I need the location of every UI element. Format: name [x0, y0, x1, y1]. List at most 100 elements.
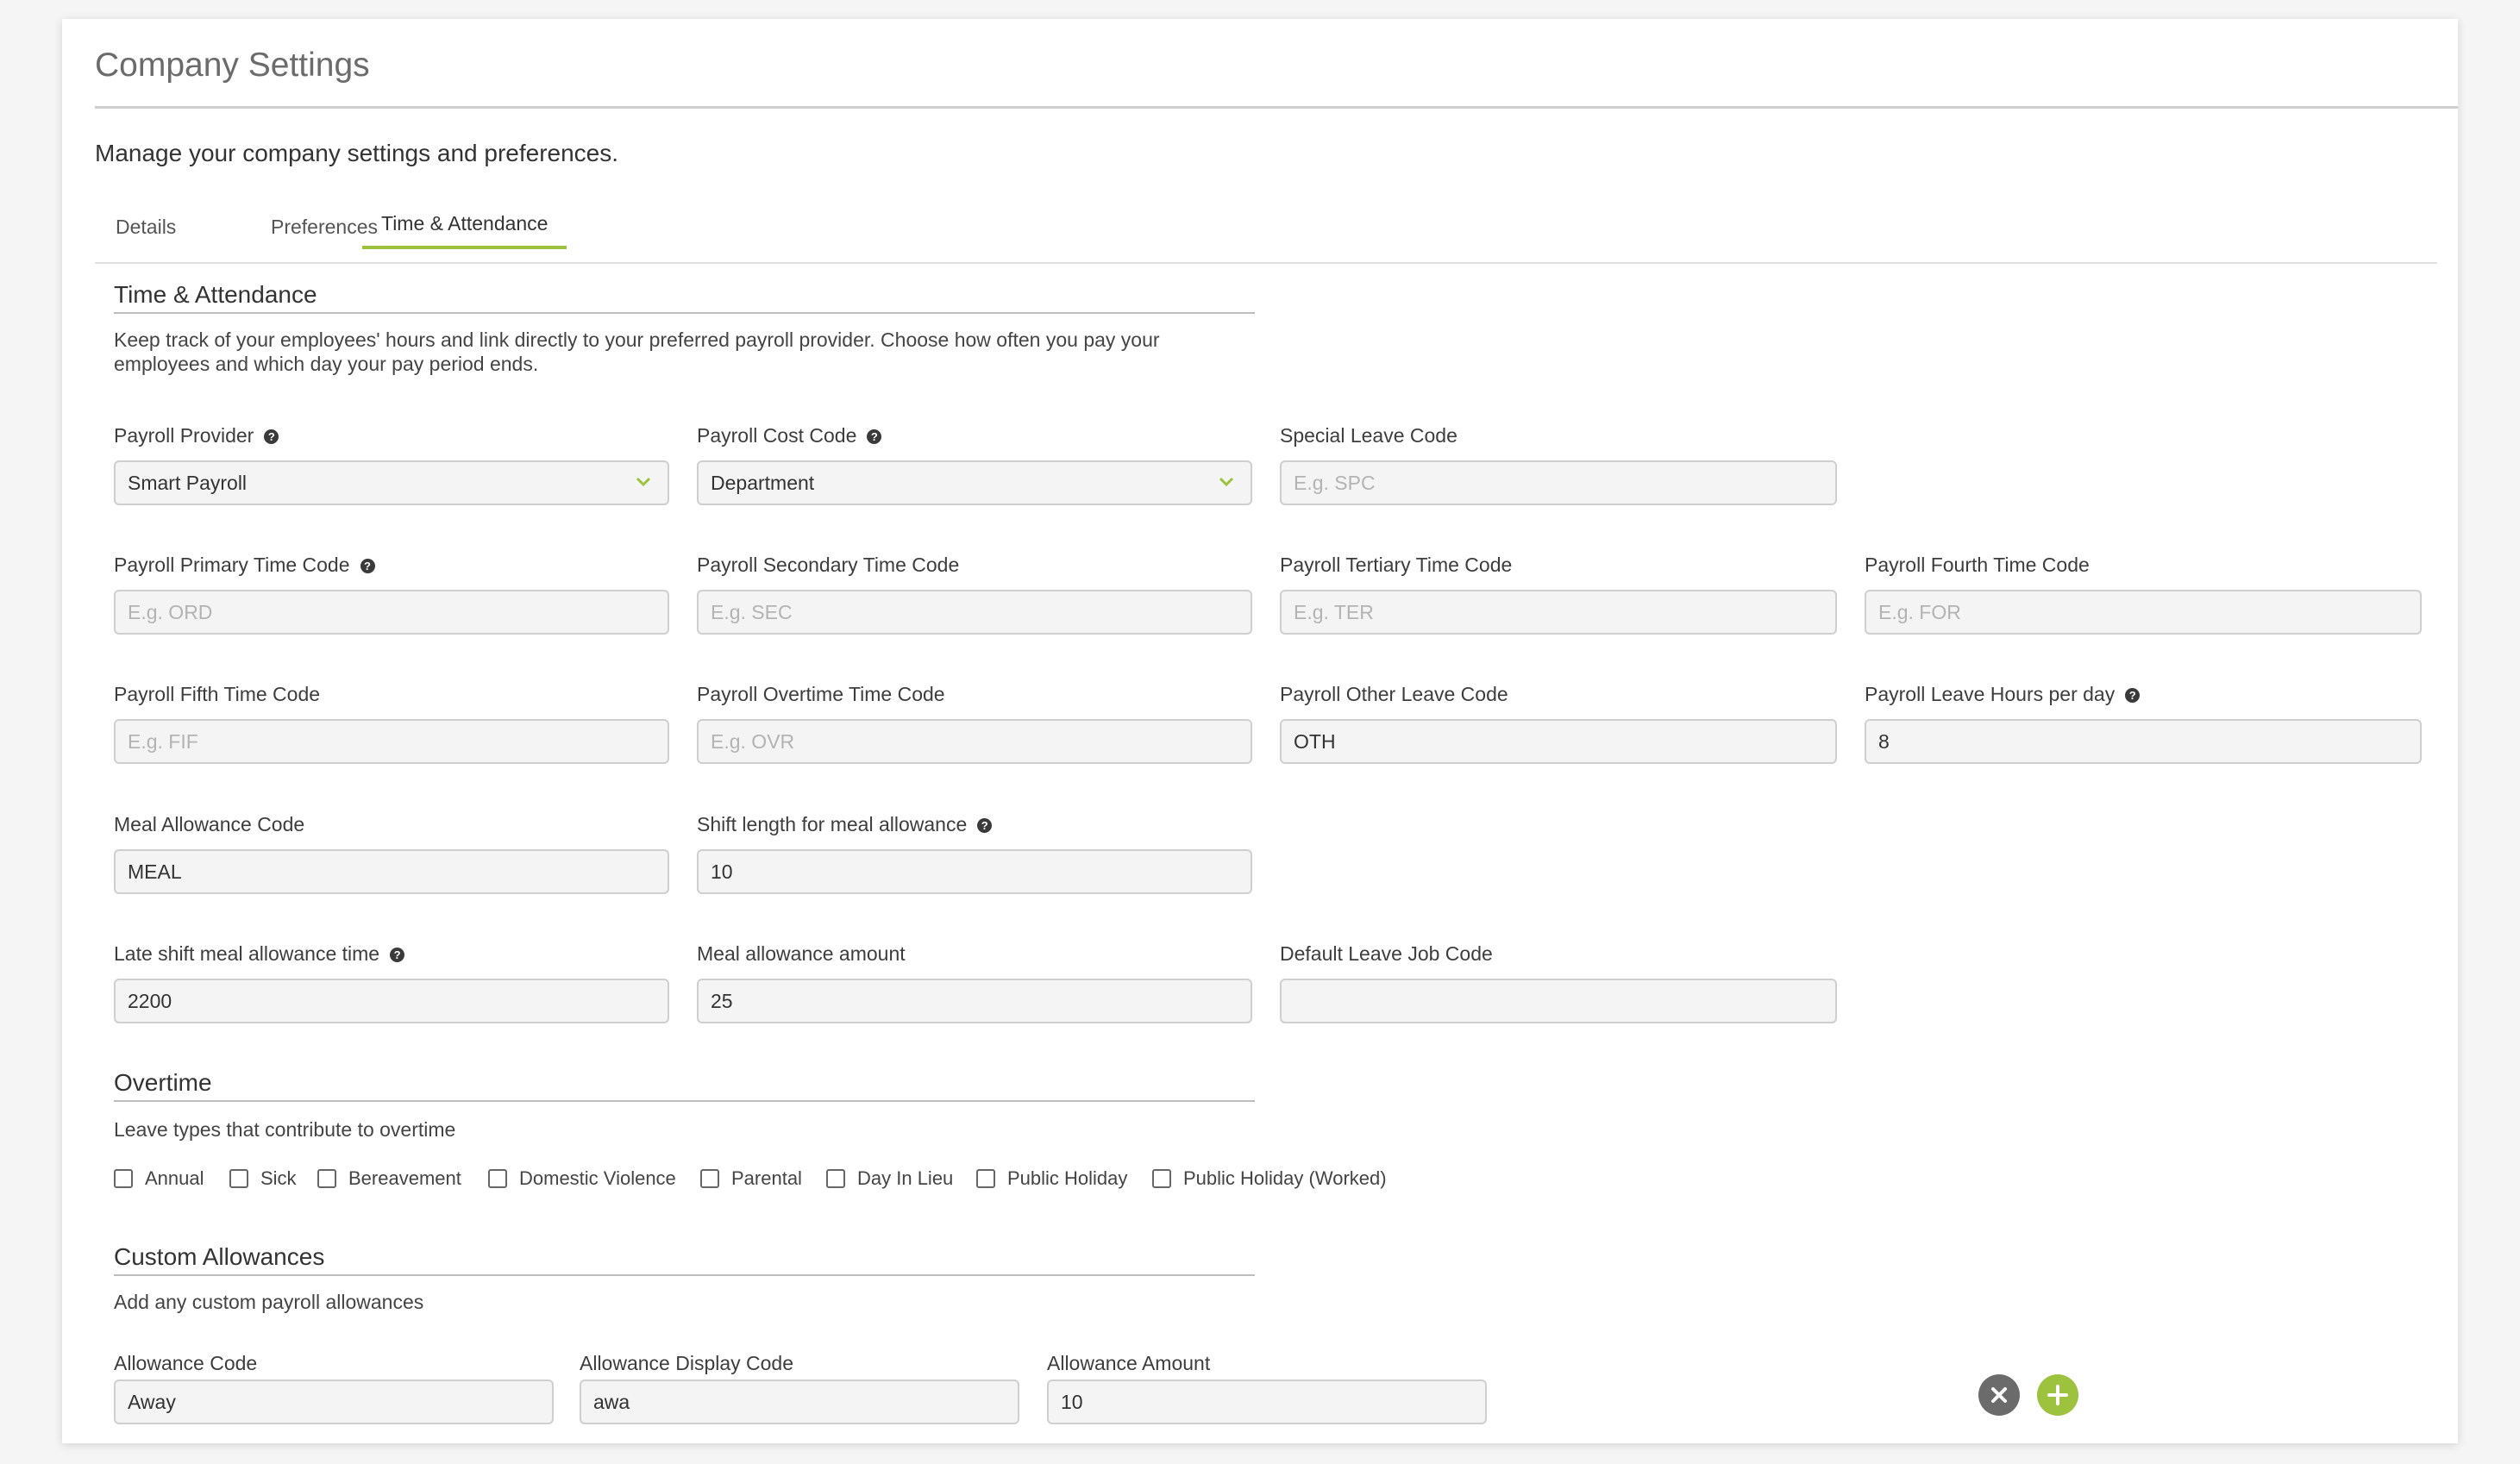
special-leave-code-input[interactable] — [1280, 460, 1837, 505]
overtime-divider — [114, 1100, 1255, 1102]
question-circle-icon[interactable]: ? — [360, 559, 375, 573]
checkbox-box[interactable] — [488, 1169, 507, 1188]
checkbox-label: Parental — [731, 1167, 802, 1189]
settings-tabs: Details Preferences Time & Attendance — [95, 200, 2437, 264]
meal-allowance-amount-input[interactable] — [697, 979, 1252, 1023]
allowance-display-code-input[interactable] — [580, 1380, 1019, 1424]
checkbox-label: Domestic Violence — [519, 1167, 676, 1189]
page-subtitle: Manage your company settings and prefere… — [95, 140, 619, 166]
tab-details[interactable]: Details — [116, 216, 176, 239]
fifth-time-code-input[interactable] — [114, 719, 669, 764]
checkbox-sick[interactable]: Sick — [229, 1167, 297, 1190]
question-circle-icon[interactable]: ? — [390, 948, 405, 962]
question-circle-icon[interactable]: ? — [2125, 688, 2141, 703]
section-description: Keep track of your employees' hours and … — [114, 328, 1261, 376]
other-leave-code-input[interactable] — [1280, 719, 1837, 764]
section-title-time-attendance: Time & Attendance — [114, 281, 317, 308]
checkbox-box[interactable] — [114, 1169, 133, 1188]
checkbox-box[interactable] — [826, 1169, 845, 1188]
tertiary-time-code-input[interactable] — [1280, 590, 1837, 635]
overtime-description: Leave types that contribute to overtime — [114, 1118, 456, 1141]
late-shift-meal-time-label: Late shift meal allowance time? — [114, 942, 405, 966]
overtime-time-code-input[interactable] — [697, 719, 1252, 764]
section-divider — [114, 312, 1255, 314]
tab-time-attendance[interactable]: Time & Attendance — [362, 212, 567, 249]
checkbox-domestic-violence[interactable]: Domestic Violence — [488, 1167, 676, 1190]
meal-allowance-amount-label: Meal allowance amount — [697, 942, 906, 965]
fifth-time-code-label: Payroll Fifth Time Code — [114, 683, 321, 705]
meal-allowance-code-input[interactable] — [114, 849, 669, 894]
secondary-time-code-label: Payroll Secondary Time Code — [697, 554, 960, 576]
settings-card: Company Settings Manage your company set… — [62, 19, 2458, 1443]
checkbox-box[interactable] — [1152, 1169, 1171, 1188]
checkbox-day-in-lieu[interactable]: Day In Lieu — [826, 1167, 953, 1190]
primary-time-code-label: Payroll Primary Time Code? — [114, 554, 375, 577]
checkbox-box[interactable] — [229, 1169, 248, 1188]
overtime-time-code-label: Payroll Overtime Time Code — [697, 683, 945, 705]
payroll-provider-value: Smart Payroll — [128, 472, 248, 494]
payroll-provider-select[interactable]: Smart Payroll — [114, 460, 669, 505]
remove-allowance-button[interactable] — [1978, 1374, 2020, 1416]
meal-allowance-code-label: Meal Allowance Code — [114, 813, 305, 835]
checkbox-box[interactable] — [976, 1169, 995, 1188]
fourth-time-code-label: Payroll Fourth Time Code — [1865, 554, 2090, 576]
allowance-amount-input[interactable] — [1047, 1380, 1487, 1424]
checkbox-label: Bereavement — [348, 1167, 461, 1189]
checkbox-bereavement[interactable]: Bereavement — [317, 1167, 461, 1190]
late-shift-meal-time-label-text: Late shift meal allowance time — [114, 942, 380, 965]
leave-hours-per-day-label-text: Payroll Leave Hours per day — [1865, 683, 2116, 705]
checkbox-label: Annual — [145, 1167, 204, 1189]
checkbox-box[interactable] — [700, 1169, 719, 1188]
checkbox-label: Public Holiday (Worked) — [1183, 1167, 1387, 1189]
close-circle-icon — [1991, 1387, 2007, 1403]
section-title-custom-allowances: Custom Allowances — [114, 1243, 325, 1270]
payroll-cost-code-label-text: Payroll Cost Code — [697, 424, 857, 447]
checkbox-parental[interactable]: Parental — [700, 1167, 802, 1190]
special-leave-code-label: Special Leave Code — [1280, 424, 1457, 447]
checkbox-label: Public Holiday — [1007, 1167, 1128, 1189]
checkbox-label: Sick — [260, 1167, 297, 1189]
allowance-code-label: Allowance Code — [114, 1352, 258, 1374]
question-circle-icon[interactable]: ? — [264, 429, 279, 444]
payroll-cost-code-value: Department — [711, 472, 815, 494]
leave-hours-per-day-label: Payroll Leave Hours per day? — [1865, 683, 2141, 706]
allowance-amount-label: Allowance Amount — [1047, 1352, 1211, 1374]
question-circle-icon[interactable]: ? — [867, 429, 882, 444]
title-divider — [95, 106, 2458, 109]
payroll-provider-label: Payroll Provider? — [114, 424, 279, 447]
primary-time-code-input[interactable] — [114, 590, 669, 635]
primary-time-code-label-text: Payroll Primary Time Code — [114, 554, 350, 576]
default-leave-job-code-label: Default Leave Job Code — [1280, 942, 1493, 965]
allowance-code-input[interactable] — [114, 1380, 554, 1424]
checkbox-box[interactable] — [317, 1169, 336, 1188]
section-description-line-1: Keep track of your employees' hours and … — [114, 328, 1160, 351]
late-shift-meal-time-input[interactable] — [114, 979, 669, 1023]
payroll-cost-code-select[interactable]: Department — [697, 460, 1252, 505]
shift-length-meal-input[interactable] — [697, 849, 1252, 894]
leave-hours-per-day-input[interactable] — [1865, 719, 2422, 764]
payroll-cost-code-label: Payroll Cost Code? — [697, 424, 882, 447]
shift-length-meal-label-text: Shift length for meal allowance — [697, 813, 968, 835]
allowance-display-code-label: Allowance Display Code — [580, 1352, 794, 1374]
checkbox-public-holiday-worked[interactable]: Public Holiday (Worked) — [1152, 1167, 1387, 1190]
chevron-down-icon — [1219, 477, 1234, 487]
custom-allowances-description: Add any custom payroll allowances — [114, 1291, 424, 1313]
page-title: Company Settings — [95, 47, 370, 84]
add-allowance-button[interactable] — [2037, 1374, 2078, 1416]
checkbox-label: Day In Lieu — [857, 1167, 954, 1189]
section-description-line-2: employees and which day your pay period … — [114, 353, 539, 375]
tertiary-time-code-label: Payroll Tertiary Time Code — [1280, 554, 1513, 576]
secondary-time-code-input[interactable] — [697, 590, 1252, 635]
checkbox-public-holiday[interactable]: Public Holiday — [976, 1167, 1127, 1190]
section-title-overtime: Overtime — [114, 1069, 212, 1096]
default-leave-job-code-input[interactable] — [1280, 979, 1837, 1023]
fourth-time-code-input[interactable] — [1865, 590, 2422, 635]
payroll-provider-label-text: Payroll Provider — [114, 424, 254, 447]
other-leave-code-label: Payroll Other Leave Code — [1280, 683, 1508, 705]
plus-circle-icon — [2047, 1385, 2068, 1405]
question-circle-icon[interactable]: ? — [977, 818, 993, 833]
checkbox-annual[interactable]: Annual — [114, 1167, 204, 1190]
custom-allowances-divider — [114, 1274, 1255, 1276]
shift-length-meal-label: Shift length for meal allowance? — [697, 813, 993, 836]
chevron-down-icon — [636, 477, 651, 487]
